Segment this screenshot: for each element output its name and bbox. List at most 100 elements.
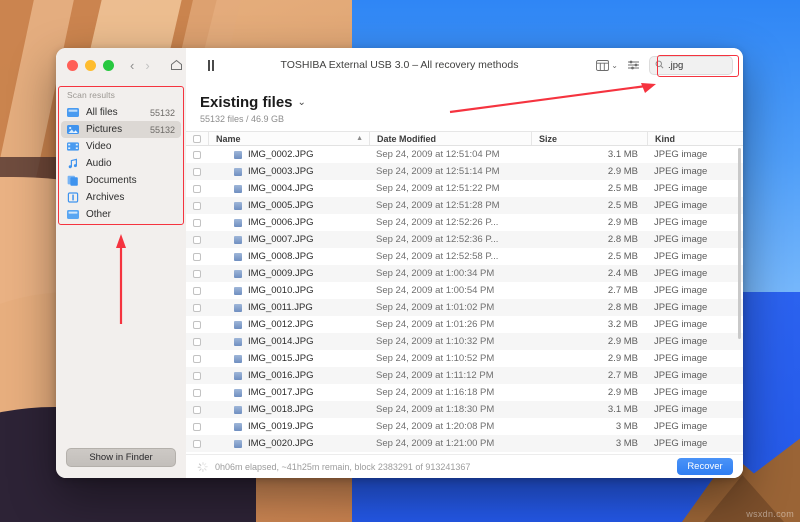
sidebar-item-label: Pictures xyxy=(86,124,123,135)
table-row[interactable]: IMG_0019.JPG Sep 24, 2009 at 1:20:08 PM 3 … xyxy=(186,418,743,435)
sidebar-item-archives[interactable]: Archives xyxy=(61,189,181,206)
column-header-name[interactable]: Name ▲ xyxy=(208,132,369,145)
row-checkbox[interactable] xyxy=(193,201,201,210)
sidebar-item-other[interactable]: Other xyxy=(61,206,181,223)
search-input[interactable] xyxy=(668,59,743,71)
row-checkbox[interactable] xyxy=(193,371,201,380)
cell-name: IMG_0020.JPG xyxy=(208,435,369,452)
row-checkbox-cell[interactable] xyxy=(186,163,208,180)
jpeg-file-icon xyxy=(234,337,242,346)
row-checkbox-cell[interactable] xyxy=(186,299,208,316)
row-checkbox-cell[interactable] xyxy=(186,316,208,333)
show-in-finder-button[interactable]: Show in Finder xyxy=(66,448,176,467)
select-all-checkbox[interactable] xyxy=(193,134,201,143)
row-checkbox[interactable] xyxy=(193,439,201,448)
sidebar-item-documents[interactable]: Documents xyxy=(61,172,181,189)
pictures-icon xyxy=(67,125,79,134)
row-checkbox-cell[interactable] xyxy=(186,214,208,231)
table-row[interactable]: IMG_0010.JPG Sep 24, 2009 at 1:00:54 PM 2.… xyxy=(186,282,743,299)
table-row[interactable]: IMG_0020.JPG Sep 24, 2009 at 1:21:00 PM 3 … xyxy=(186,435,743,452)
sidebar-item-video[interactable]: Video xyxy=(61,138,181,155)
table-row[interactable]: IMG_0008.JPG Sep 24, 2009 at 12:52:58 P..… xyxy=(186,248,743,265)
column-header-kind[interactable]: Kind xyxy=(647,132,743,145)
row-checkbox-cell[interactable] xyxy=(186,367,208,384)
zoom-button[interactable] xyxy=(103,59,114,71)
row-checkbox-cell[interactable] xyxy=(186,197,208,214)
row-checkbox[interactable] xyxy=(193,388,201,397)
table-row[interactable]: IMG_0015.JPG Sep 24, 2009 at 1:10:52 PM 2.… xyxy=(186,350,743,367)
row-checkbox-cell[interactable] xyxy=(186,384,208,401)
file-list[interactable]: IMG_0002.JPG Sep 24, 2009 at 12:51:04 PM 3… xyxy=(186,146,743,454)
row-checkbox[interactable] xyxy=(193,405,201,414)
sort-ascending-icon[interactable]: ▲ xyxy=(356,135,363,142)
row-checkbox[interactable] xyxy=(193,184,201,193)
filter-sliders-icon[interactable] xyxy=(627,59,640,71)
vertical-scrollbar[interactable] xyxy=(738,148,741,339)
sidebar-item-audio[interactable]: Audio xyxy=(61,155,181,172)
chevron-down-icon[interactable]: ⌄ xyxy=(298,97,306,108)
row-checkbox[interactable] xyxy=(193,303,201,312)
table-row[interactable]: IMG_0003.JPG Sep 24, 2009 at 12:51:14 PM 2… xyxy=(186,163,743,180)
close-button[interactable] xyxy=(67,59,78,71)
app-window: ‹ › TOSHIBA External USB 3.0 – All recov… xyxy=(56,48,743,478)
row-checkbox-cell[interactable] xyxy=(186,333,208,350)
pause-icon[interactable] xyxy=(208,59,214,71)
row-checkbox-cell[interactable] xyxy=(186,180,208,197)
recover-button[interactable]: Recover xyxy=(677,458,733,475)
column-label-name: Name xyxy=(216,133,241,144)
table-row[interactable]: IMG_0011.JPG Sep 24, 2009 at 1:01:02 PM 2.… xyxy=(186,299,743,316)
table-row[interactable]: IMG_0014.JPG Sep 24, 2009 at 1:10:32 PM 2.… xyxy=(186,333,743,350)
row-checkbox[interactable] xyxy=(193,252,201,261)
cell-kind: JPEG image xyxy=(654,421,708,432)
search-field[interactable]: ✕ xyxy=(649,55,743,75)
row-checkbox-cell[interactable] xyxy=(186,435,208,452)
row-checkbox[interactable] xyxy=(193,218,201,227)
table-row[interactable]: IMG_0012.JPG Sep 24, 2009 at 1:01:26 PM 3.… xyxy=(186,316,743,333)
row-checkbox[interactable] xyxy=(193,286,201,295)
row-checkbox-cell[interactable] xyxy=(186,452,208,454)
table-row[interactable]: IMG_0005.JPG Sep 24, 2009 at 12:51:28 PM 2… xyxy=(186,197,743,214)
row-checkbox-cell[interactable] xyxy=(186,401,208,418)
row-checkbox[interactable] xyxy=(193,150,201,159)
row-checkbox-cell[interactable] xyxy=(186,146,208,163)
row-checkbox[interactable] xyxy=(193,235,201,244)
row-checkbox-cell[interactable] xyxy=(186,282,208,299)
table-row[interactable]: IMG_0006.JPG Sep 24, 2009 at 12:52:26 P..… xyxy=(186,214,743,231)
table-row[interactable]: IMG_0021.JPGSep 24, 2009 at 1:21:26 PM3 … xyxy=(186,452,743,454)
table-row[interactable]: IMG_0002.JPG Sep 24, 2009 at 12:51:04 PM 3… xyxy=(186,146,743,163)
grid-view-icon[interactable]: ⌄ xyxy=(596,59,618,71)
minimize-button[interactable] xyxy=(85,59,96,71)
sidebar-item-pictures[interactable]: Pictures 55132 xyxy=(61,121,181,138)
row-checkbox[interactable] xyxy=(193,167,201,176)
column-header-date-modified[interactable]: Date Modified xyxy=(369,132,531,145)
row-checkbox-cell[interactable] xyxy=(186,248,208,265)
row-checkbox-cell[interactable] xyxy=(186,231,208,248)
row-checkbox-cell[interactable] xyxy=(186,418,208,435)
jpeg-file-icon xyxy=(234,303,242,312)
column-header-size[interactable]: Size xyxy=(531,132,647,145)
cell-date-modified: Sep 24, 2009 at 12:51:22 PM xyxy=(376,183,500,194)
page-title[interactable]: Existing files ⌄ xyxy=(200,94,743,111)
back-button[interactable]: ‹ xyxy=(130,59,134,72)
row-checkbox-cell[interactable] xyxy=(186,350,208,367)
row-checkbox-cell[interactable] xyxy=(186,265,208,282)
sidebar-item-all-files[interactable]: All files 55132 xyxy=(61,104,181,121)
jpeg-file-icon xyxy=(234,218,242,227)
home-icon[interactable] xyxy=(170,59,183,71)
window-titlebar: ‹ › TOSHIBA External USB 3.0 – All recov… xyxy=(56,48,743,82)
table-row[interactable]: IMG_0017.JPG Sep 24, 2009 at 1:16:18 PM 2.… xyxy=(186,384,743,401)
table-row[interactable]: IMG_0004.JPG Sep 24, 2009 at 12:51:22 PM 2… xyxy=(186,180,743,197)
chevron-down-icon[interactable]: ⌄ xyxy=(611,61,618,70)
row-checkbox[interactable] xyxy=(193,269,201,278)
row-checkbox[interactable] xyxy=(193,337,201,346)
table-row[interactable]: IMG_0016.JPG Sep 24, 2009 at 1:11:12 PM 2.… xyxy=(186,367,743,384)
row-checkbox[interactable] xyxy=(193,354,201,363)
column-select-all[interactable] xyxy=(186,132,208,145)
table-row[interactable]: IMG_0007.JPG Sep 24, 2009 at 12:52:36 P..… xyxy=(186,231,743,248)
table-row[interactable]: IMG_0018.JPG Sep 24, 2009 at 1:18:30 PM 3.… xyxy=(186,401,743,418)
row-checkbox[interactable] xyxy=(193,320,201,329)
file-name: IMG_0016.JPG xyxy=(248,370,314,381)
row-checkbox[interactable] xyxy=(193,422,201,431)
forward-button[interactable]: › xyxy=(145,59,149,72)
table-row[interactable]: IMG_0009.JPG Sep 24, 2009 at 1:00:34 PM 2.… xyxy=(186,265,743,282)
